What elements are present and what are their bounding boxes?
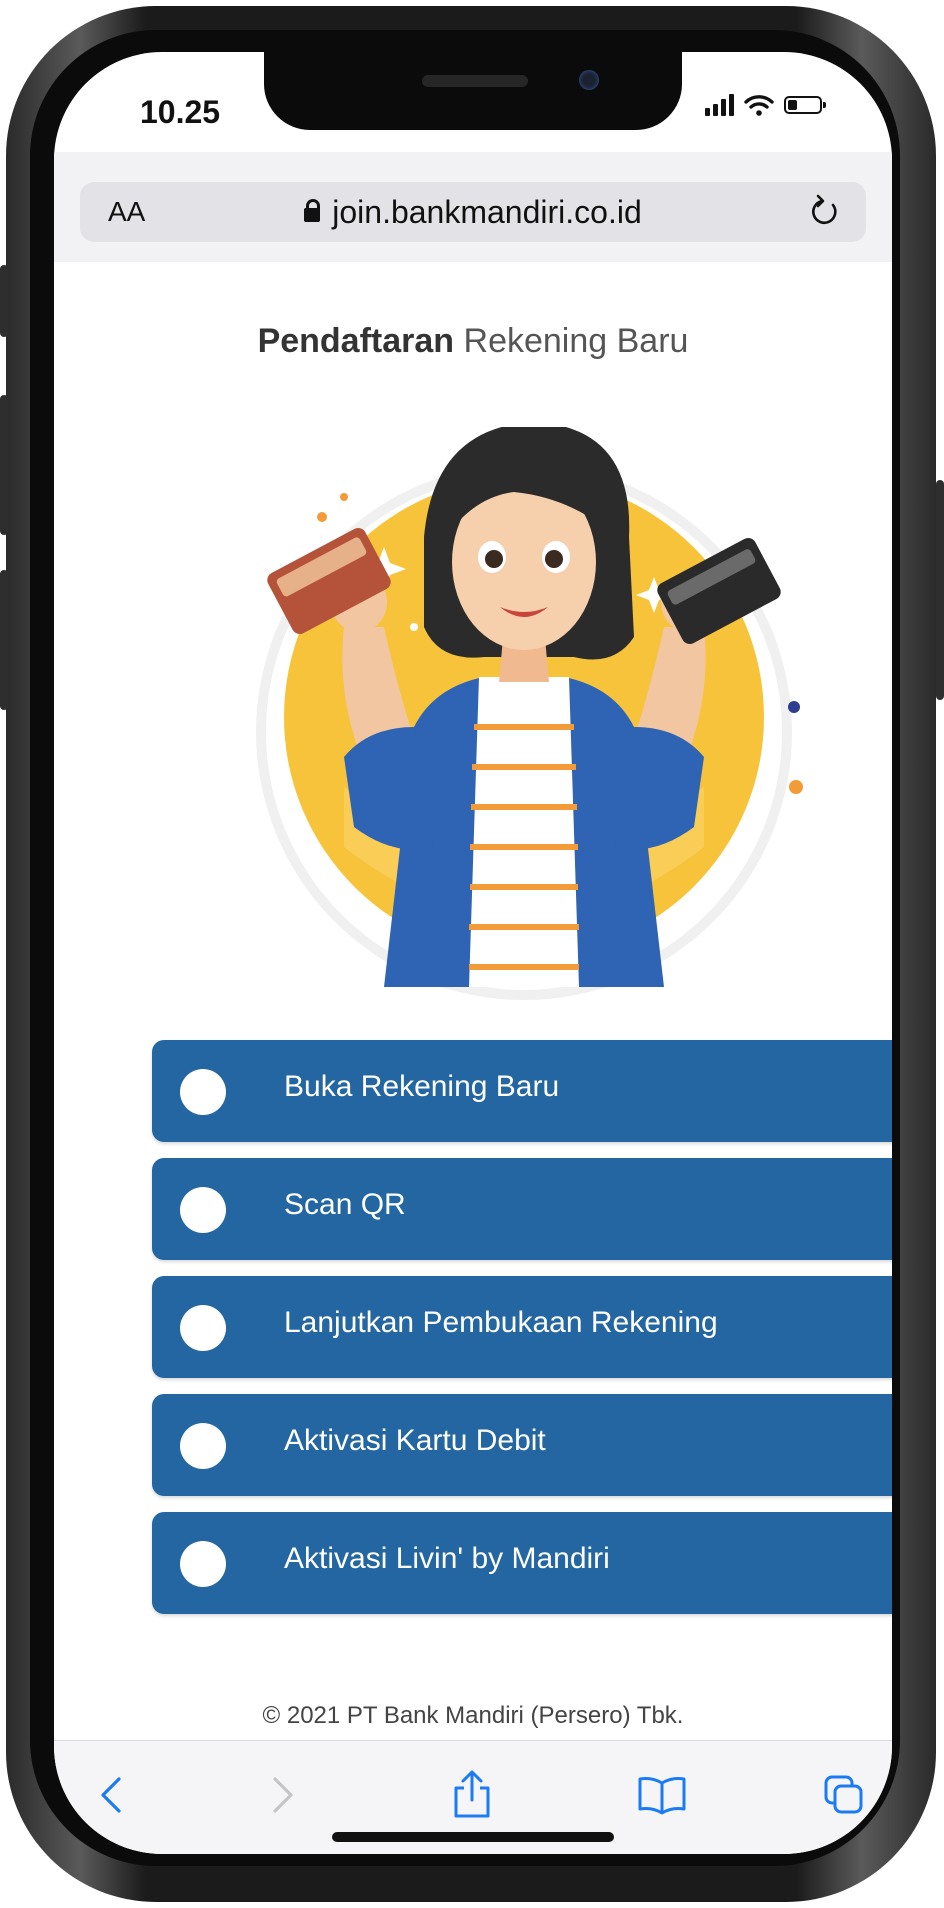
speaker-grille [422, 75, 528, 87]
reload-icon[interactable] [804, 192, 844, 232]
radio-circle [180, 1187, 226, 1233]
menu-item-label: Buka Rekening Baru [284, 1070, 560, 1103]
woman-holding-cards-illustration [256, 427, 803, 1000]
menu-item-label: Aktivasi Livin' by Mandiri [284, 1542, 610, 1575]
back-button[interactable] [84, 1767, 140, 1823]
volume-up-button [0, 395, 8, 535]
share-icon [454, 1770, 490, 1818]
menu-item-label: Scan QR [284, 1188, 406, 1221]
forward-icon [273, 1777, 293, 1813]
address-bar[interactable]: AA join.bankmandiri.co.id [80, 182, 866, 242]
share-button[interactable] [444, 1767, 500, 1823]
radio-circle [180, 1069, 226, 1115]
radio-circle [180, 1305, 226, 1351]
notch [264, 52, 682, 130]
phone-screen: 10.25 AA join.bankmandiri.co.id Pendafta… [54, 52, 892, 1854]
battery-level [788, 100, 797, 110]
menu-item-aktivasi-livin[interactable]: Aktivasi Livin' by Mandiri [152, 1512, 892, 1614]
browser-address-area: AA join.bankmandiri.co.id [54, 152, 892, 262]
tabs-icon [824, 1775, 863, 1814]
menu-item-buka-rekening-baru[interactable]: Buka Rekening Baru [152, 1040, 892, 1142]
bookmarks-icon [638, 1777, 686, 1815]
menu-item-lanjutkan-pembukaan-rekening[interactable]: Lanjutkan Pembukaan Rekening [152, 1276, 892, 1378]
lock-icon [304, 199, 321, 222]
back-icon [101, 1777, 121, 1813]
menu-item-scan-qr[interactable]: Scan QR [152, 1158, 892, 1260]
menu-item-label: Aktivasi Kartu Debit [284, 1424, 546, 1457]
copyright-footer: © 2021 PT Bank Mandiri (Persero) Tbk. [262, 1702, 684, 1729]
radio-circle [180, 1423, 226, 1469]
front-camera [579, 70, 599, 90]
page-title-regular: Rekening Baru [463, 322, 689, 360]
url-text: join.bankmandiri.co.id [332, 194, 642, 230]
home-indicator[interactable] [332, 1832, 614, 1842]
status-time: 10.25 [140, 94, 221, 130]
menu-item-label: Lanjutkan Pembukaan Rekening [284, 1306, 718, 1339]
wifi-icon [744, 95, 774, 116]
cellular-signal-icon [705, 94, 734, 116]
forward-button[interactable] [254, 1767, 310, 1823]
status-icons [705, 94, 826, 116]
mute-switch [0, 265, 8, 337]
bookmarks-button[interactable] [634, 1767, 690, 1823]
battery-icon [784, 96, 826, 114]
page-title-bold: Pendaftaran [257, 322, 455, 360]
url-display[interactable]: join.bankmandiri.co.id [80, 194, 866, 231]
tabs-button[interactable] [816, 1767, 872, 1823]
power-button [936, 480, 944, 700]
radio-circle [180, 1541, 226, 1587]
page-title: Pendaftaran Rekening Baru [54, 322, 892, 361]
menu-item-aktivasi-kartu-debit[interactable]: Aktivasi Kartu Debit [152, 1394, 892, 1496]
volume-down-button [0, 570, 8, 710]
